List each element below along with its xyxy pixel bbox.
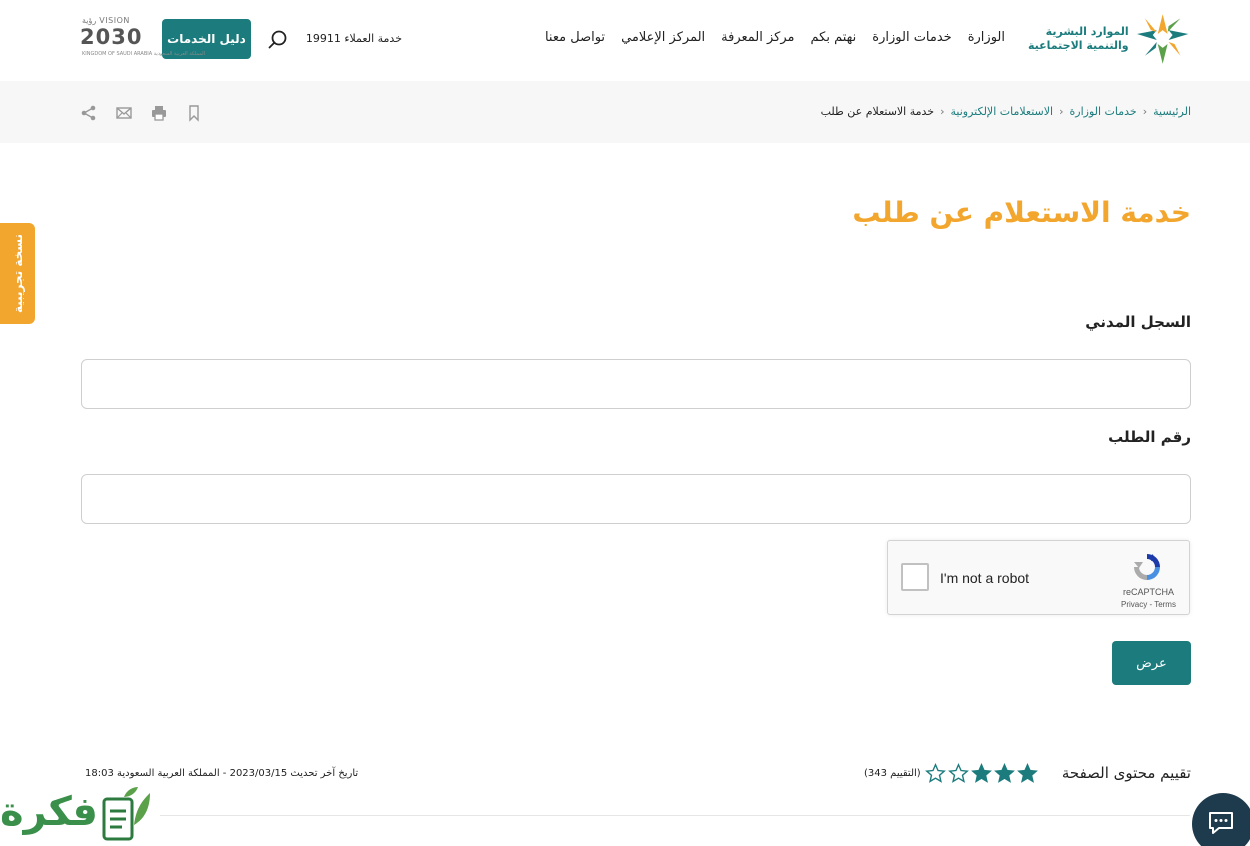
rating-label: تقييم محتوى الصفحة [1061, 764, 1191, 782]
civil-registry-input[interactable] [81, 359, 1191, 409]
main-nav: الوزارة خدمات الوزارة نهتم بكم مركز المع… [545, 30, 1005, 45]
nav-media-center[interactable]: المركز الإعلامي [621, 30, 705, 45]
logo-line-2: والتنمية الاجتماعية [1028, 39, 1129, 52]
ministry-emblem-icon [1136, 14, 1189, 64]
civil-registry-label: السجل المدني [1085, 313, 1191, 331]
vision-subtitle: المملكة العربية السعودية KINGDOM OF SAUD… [82, 51, 206, 57]
ministry-logo[interactable]: الموارد البشرية والتنمية الاجتماعية [1028, 12, 1190, 66]
breadcrumb-home[interactable]: الرئيسية [1153, 105, 1191, 118]
nav-knowledge-center[interactable]: مركز المعرفة [721, 30, 794, 45]
breadcrumb-ministry-services[interactable]: خدمات الوزارة [1070, 105, 1137, 118]
page-tools [80, 104, 203, 122]
recaptcha-label: I'm not a robot [940, 570, 1030, 586]
last-updated-text: تاريخ آخر تحديث 2023/03/15 - المملكة الع… [85, 768, 359, 779]
star-empty-icon[interactable] [948, 763, 969, 784]
share-icon[interactable] [80, 104, 98, 122]
watermark-text: فكرة [0, 789, 99, 835]
breadcrumb-current: خدمة الاستعلام عن طلب [820, 105, 935, 118]
page-title: خدمة الاستعلام عن طلب [852, 196, 1191, 229]
logo-line-1: الموارد البشرية [1045, 25, 1129, 38]
breadcrumb: الرئيسية ‹ خدمات الوزارة ‹ الاستعلامات ا… [821, 105, 1191, 118]
recaptcha-logo-icon [1134, 554, 1160, 580]
rating-count: (التقييم 343) [864, 768, 921, 779]
request-number-label: رقم الطلب [1108, 428, 1191, 446]
print-icon[interactable] [150, 104, 168, 122]
recaptcha-privacy-terms-links[interactable]: Privacy - Terms [1121, 600, 1176, 609]
nav-contact-us[interactable]: تواصل معنا [545, 30, 605, 45]
star-filled-icon[interactable] [1017, 763, 1038, 784]
chevron-left-icon: ‹ [1142, 105, 1148, 118]
star-filled-icon[interactable] [994, 763, 1015, 784]
chevron-left-icon: ‹ [940, 105, 945, 118]
chat-button[interactable] [1192, 793, 1250, 846]
nav-we-care[interactable]: نهتم بكم [811, 30, 857, 45]
rating-stars [925, 763, 1038, 784]
vision-2030-logo: VISION رؤية 2030 المملكة العربية السعودي… [80, 16, 205, 64]
request-number-input[interactable] [81, 474, 1191, 524]
chat-bubble-icon [1209, 812, 1233, 834]
recaptcha-checkbox[interactable] [901, 563, 929, 591]
customer-service-hotline[interactable]: خدمة العملاء 19911 [306, 32, 402, 45]
email-icon[interactable] [115, 104, 133, 122]
chevron-left-icon: ‹ [1059, 105, 1064, 118]
star-filled-icon[interactable] [971, 763, 992, 784]
vision-top-text: VISION رؤية [82, 16, 130, 25]
site-header: الموارد البشرية والتنمية الاجتماعية الوز… [0, 0, 1250, 80]
nav-ministry[interactable]: الوزارة [968, 30, 1005, 45]
recaptcha-widget: I'm not a robot reCAPTCHA Privacy - Term… [887, 540, 1190, 615]
submit-button[interactable]: عرض [1112, 641, 1191, 685]
vision-year: 2030 [80, 25, 143, 49]
star-empty-icon[interactable] [925, 763, 946, 784]
beta-version-label: نسخة تجريبية [10, 233, 25, 314]
recaptcha-brand: reCAPTCHA [1123, 587, 1175, 597]
book-leaf-icon [102, 787, 150, 841]
footer-divider [160, 815, 1190, 816]
search-icon[interactable] [266, 28, 290, 52]
bookmark-icon[interactable] [185, 104, 203, 122]
beta-version-tab[interactable]: نسخة تجريبية [0, 223, 35, 324]
nav-ministry-services[interactable]: خدمات الوزارة [872, 30, 951, 45]
breadcrumb-e-inquiries[interactable]: الاستعلامات الإلكترونية [951, 105, 1054, 118]
fikra-watermark: فكرة [0, 785, 155, 846]
